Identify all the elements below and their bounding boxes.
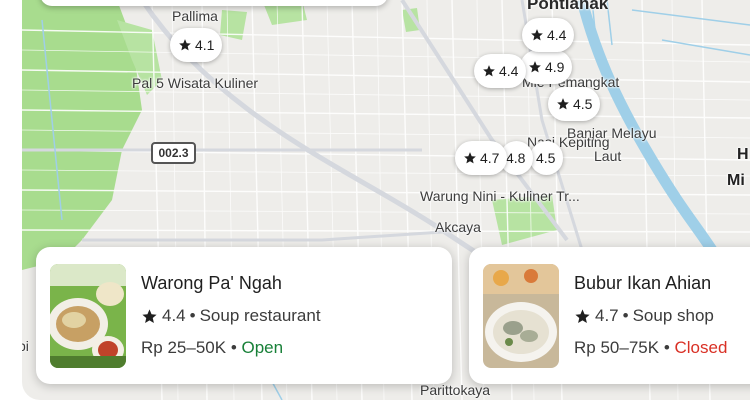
map-pin[interactable]: 4.9 [520, 50, 573, 84]
place-category: Soup restaurant [199, 306, 321, 325]
separator-dot: • [622, 306, 629, 325]
pin-rating: 4.8 [506, 150, 526, 166]
place-category: Soup shop [632, 306, 714, 325]
place-price-row: Rp 25–50K • Open [141, 338, 321, 358]
map-pin[interactable]: 4.4 [522, 18, 575, 52]
separator-dot: • [230, 338, 237, 357]
place-photo [50, 263, 126, 368]
map-label-pontianak: Pontianak [527, 0, 609, 13]
pin-rating: 4.4 [547, 27, 567, 43]
pin-rating: 4.9 [545, 59, 565, 75]
pin-rating: 4.1 [195, 37, 215, 53]
place-rating: 4.7 [595, 306, 619, 325]
open-status: Open [241, 338, 284, 357]
star-icon [179, 39, 191, 51]
map-label-pallima: Pallima [172, 8, 218, 24]
search-panel-edge [40, 0, 388, 6]
star-icon [464, 152, 476, 164]
map-pin[interactable]: 4.5 [548, 87, 601, 121]
map-label-left-bi: bi [22, 338, 29, 354]
star-icon [575, 308, 590, 323]
separator-dot: • [663, 338, 670, 357]
map-pin[interactable]: 4.1 [170, 28, 223, 62]
place-name: Bubur Ikan Ahian [574, 273, 712, 293]
map-label-parittokaya: Parittokaya [420, 382, 491, 398]
star-icon [142, 308, 157, 323]
result-card[interactable]: Bubur Ikan Ahian 4.7 • Soup shop Rp 50–7… [469, 247, 750, 384]
map-pin[interactable]: 4.4 [474, 54, 527, 88]
place-price-row: Rp 50–75K • Closed [574, 338, 727, 358]
map-label-warung-nini: Warung Nini - Kuliner Tr... [420, 188, 580, 204]
map-pin[interactable]: 4.7 [455, 141, 508, 175]
map-label-pal5: Pal 5 Wisata Kuliner [132, 75, 259, 91]
closed-status: Closed [674, 338, 728, 357]
map-label-akcaya: Akcaya [435, 219, 481, 235]
place-photo [483, 263, 559, 368]
place-name: Warong Pa' Ngah [141, 273, 282, 293]
map-label-right-mi: Mi [727, 172, 745, 189]
pin-rating: 4.5 [536, 150, 556, 166]
place-price: Rp 50–75K [574, 338, 660, 357]
pin-rating: 4.7 [480, 150, 500, 166]
road-shield: 002.3 [151, 142, 196, 164]
separator-dot: • [189, 306, 196, 325]
star-icon [529, 61, 541, 73]
place-rating: 4.4 [162, 306, 186, 325]
pin-rating: 4.5 [573, 96, 593, 112]
place-rating-row: 4.4 • Soup restaurant [141, 306, 321, 326]
star-icon [557, 98, 569, 110]
map-label-right-h: H [737, 146, 749, 163]
star-icon [531, 29, 543, 41]
place-rating-row: 4.7 • Soup shop [574, 306, 727, 326]
map-label-laut: Laut [594, 148, 622, 164]
place-price: Rp 25–50K [141, 338, 227, 357]
star-icon [483, 65, 495, 77]
pin-rating: 4.4 [499, 63, 519, 79]
result-card[interactable]: Warong Pa' Ngah 4.4 • Soup restaurant Rp… [36, 247, 452, 384]
park-area [220, 10, 247, 40]
